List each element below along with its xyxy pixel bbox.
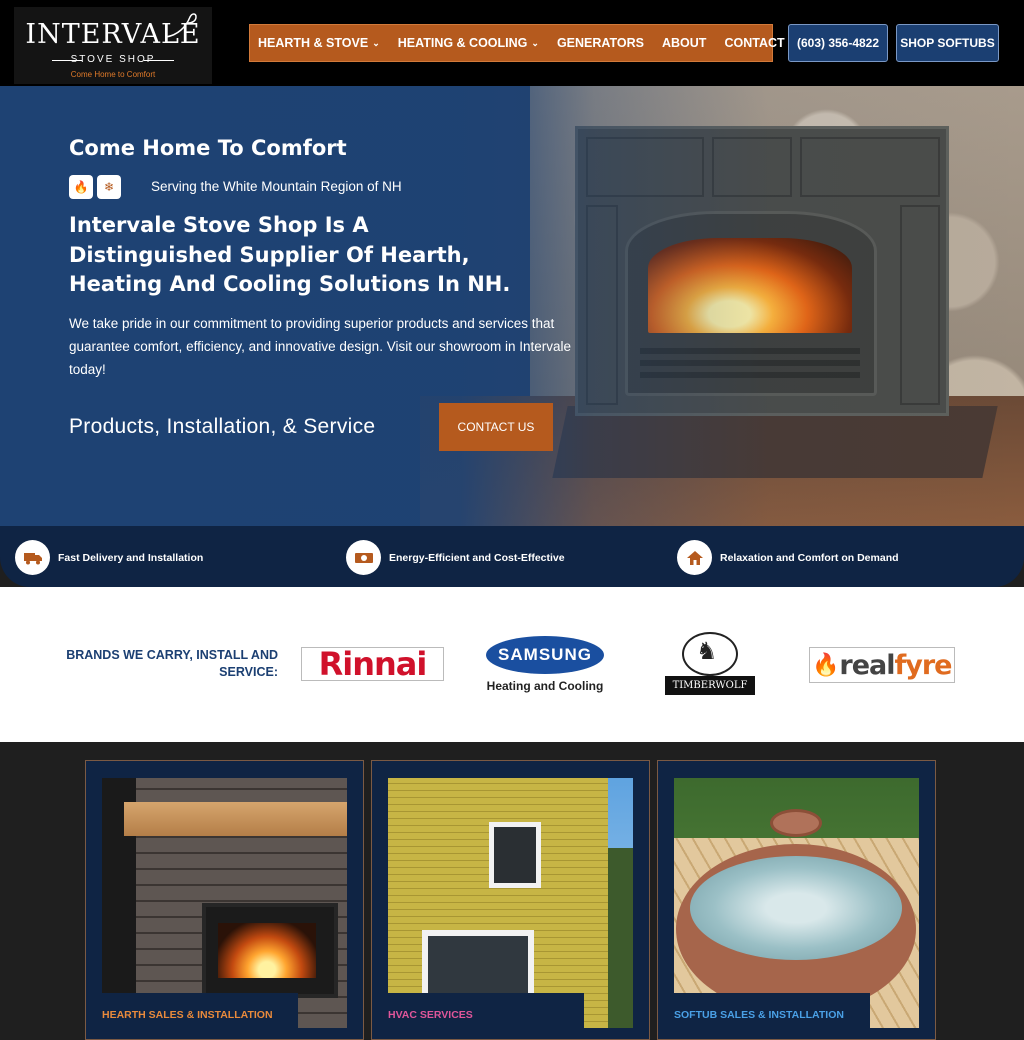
samsung-logo[interactable]: SAMSUNG — [486, 636, 604, 674]
card-hearth[interactable]: HEARTH SALES & INSTALLATION — [85, 760, 364, 1040]
realfyre-wordmark: realfyre — [839, 649, 953, 681]
nav-label: HEATING & COOLING — [397, 36, 528, 50]
tub-water — [690, 856, 902, 960]
hero-services-line: Products, Installation, & Service — [69, 415, 376, 438]
house-window — [489, 822, 541, 888]
feature-label: Relaxation and Comfort on Demand — [720, 551, 899, 564]
shop-softubs-button[interactable]: SHOP SOFTUBS — [896, 24, 999, 62]
brands-section: BRANDS WE CARRY, INSTALL AND SERVICE: Ri… — [0, 587, 1024, 742]
card-label: HVAC SERVICES — [388, 993, 584, 1033]
feature-label: Energy-Efficient and Cost-Effective — [389, 551, 565, 564]
nav-item-generators[interactable]: GENERATORS — [557, 36, 644, 50]
nav-item-hearth-stove[interactable]: HEARTH & STOVE ⌄ — [258, 36, 380, 50]
feature-label: Fast Delivery and Installation — [58, 551, 204, 564]
card-label: SOFTUB SALES & INSTALLATION — [674, 993, 870, 1033]
hearth-image — [102, 778, 347, 1028]
feature-delivery: Fast Delivery and Installation — [15, 540, 203, 575]
realfyre-logo[interactable]: 🔥 realfyre — [809, 647, 955, 683]
nav-label: GENERATORS — [556, 36, 644, 50]
nav-item-heating-cooling[interactable]: HEATING & COOLING ⌄ — [398, 36, 539, 50]
flame-icon: 🔥 — [69, 175, 93, 199]
fire — [218, 923, 316, 978]
chevron-down-icon: ⌄ — [372, 37, 380, 48]
snowflake-icon: ❄ — [97, 175, 121, 199]
realfyre-part: real — [839, 649, 895, 681]
phone-button[interactable]: (603) 356-4822 — [788, 24, 888, 62]
nav-item-contact[interactable]: CONTACT — [724, 36, 784, 50]
features-bar: Fast Delivery and Installation Energy-Ef… — [0, 526, 1024, 587]
rinnai-logo[interactable]: Rinnai — [301, 645, 444, 683]
services-section: HEARTH SALES & INSTALLATION HVAC SERVICE… — [0, 742, 1024, 1040]
timberwolf-logo[interactable]: ♞ TIMBERWOLF — [665, 632, 755, 695]
feature-efficiency: Energy-Efficient and Cost-Effective — [346, 540, 565, 575]
chevron-down-icon: ⌄ — [531, 37, 539, 48]
hero-headline: Intervale Stove Shop Is A Distinguished … — [69, 213, 511, 296]
hero-kicker: Come Home To Comfort — [69, 136, 347, 160]
truck-icon — [15, 540, 50, 575]
brands-label: BRANDS WE CARRY, INSTALL AND SERVICE: — [66, 648, 278, 679]
realfyre-part: fyre — [894, 649, 953, 681]
wood-mantel — [124, 802, 347, 836]
money-icon — [346, 540, 381, 575]
card-softub[interactable]: SOFTUB SALES & INSTALLATION — [657, 760, 936, 1040]
nav-label: CONTACT — [724, 36, 785, 50]
logo-rule-right — [144, 60, 174, 61]
nav-item-about[interactable]: ABOUT — [662, 36, 706, 50]
hero-icon-group: 🔥 ❄ — [69, 175, 121, 199]
nav-label: ABOUT — [662, 36, 707, 50]
flame-icon: 🔥 — [812, 652, 840, 677]
hero-region: Serving the White Mountain Region of NH — [151, 179, 402, 194]
tub-lid — [770, 809, 822, 837]
hvac-image — [388, 778, 633, 1028]
card-hvac[interactable]: HVAC SERVICES — [371, 760, 650, 1040]
card-label: HEARTH SALES & INSTALLATION — [102, 993, 298, 1033]
softub-image — [674, 778, 919, 1028]
hero-paragraph: We take pride in our commitment to provi… — [69, 316, 572, 377]
timberwolf-wordmark: TIMBERWOLF — [665, 676, 755, 695]
main-nav: HEARTH & STOVE ⌄ HEATING & COOLING ⌄ GEN… — [249, 24, 785, 62]
site-header: INTERVALE STOVE SHOP Come Home to Comfor… — [0, 0, 1024, 86]
logo-tagline: Come Home to Comfort — [70, 70, 156, 79]
site-logo[interactable]: INTERVALE STOVE SHOP Come Home to Comfor… — [14, 7, 212, 84]
hero-section: Come Home To Comfort 🔥 ❄ Serving the Whi… — [0, 86, 1024, 526]
logo-sub: STOVE SHOP — [70, 54, 156, 65]
nav-label: HEARTH & STOVE — [258, 36, 369, 50]
trees — [608, 848, 633, 1028]
samsung-subtitle: Heating and Cooling — [486, 679, 604, 693]
feature-comfort: Relaxation and Comfort on Demand — [677, 540, 899, 575]
wolf-icon: ♞ — [696, 638, 718, 665]
contact-us-button[interactable]: CONTACT US — [439, 403, 553, 451]
logo-swoosh-icon — [165, 13, 197, 38]
home-icon — [677, 540, 712, 575]
